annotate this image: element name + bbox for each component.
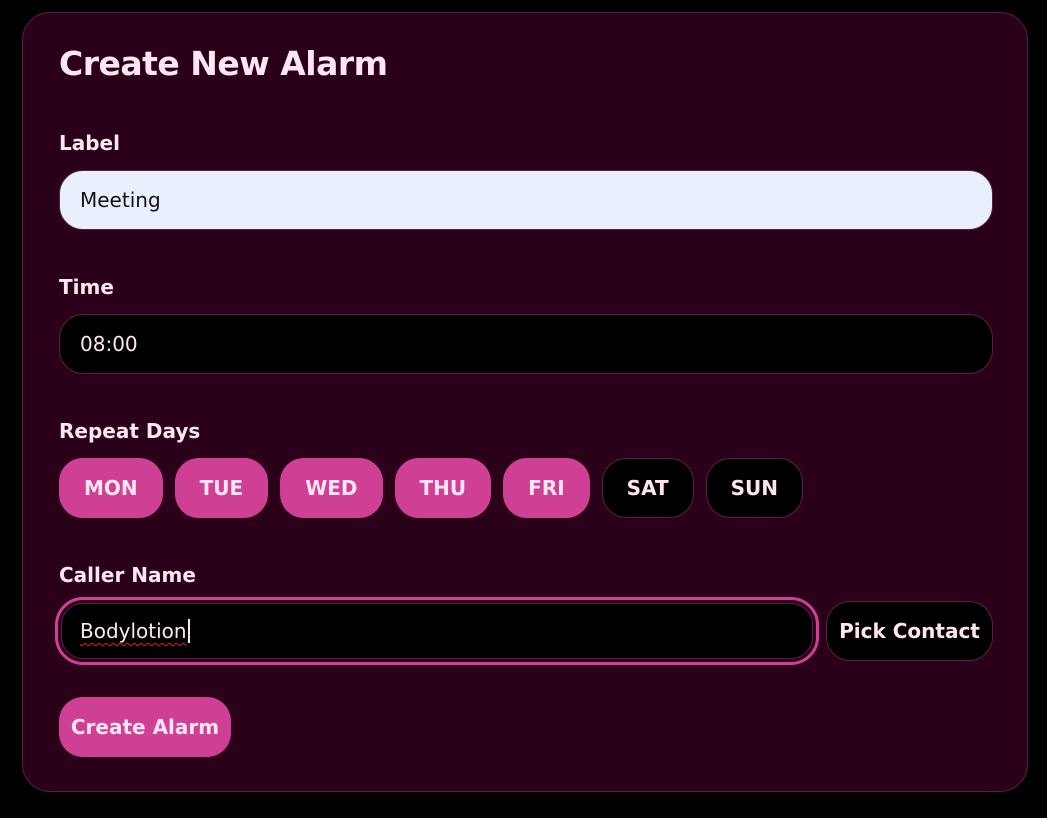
day-toggle-fri[interactable]: FRI [503,458,590,518]
time-field-label: Time [59,275,114,299]
day-toggle-sat[interactable]: SAT [601,458,694,518]
time-input-value: 08:00 [80,332,138,356]
day-toggle-mon[interactable]: MON [59,458,163,518]
page-title: Create New Alarm [59,44,388,83]
create-alarm-card: Create New Alarm Label Meeting Time 08:0… [22,12,1028,792]
day-toggle-tue[interactable]: TUE [174,458,269,518]
caller-name-value: Bodylotion [80,619,187,643]
caller-name-focus-ring: Bodylotion [55,597,819,665]
repeat-days-label: Repeat Days [59,419,201,443]
pick-contact-button[interactable]: Pick Contact [826,601,993,661]
text-caret [187,619,190,643]
day-toggle-thu[interactable]: THU [394,458,492,518]
caller-name-input[interactable]: Bodylotion [61,603,813,659]
caller-name-label: Caller Name [59,563,196,587]
create-alarm-button[interactable]: Create Alarm [59,697,231,757]
time-input[interactable]: 08:00 [59,314,993,374]
repeat-days-group: MON TUE WED THU FRI SAT SUN [59,458,804,518]
day-toggle-wed[interactable]: WED [280,458,383,518]
label-input-value: Meeting [80,188,161,212]
label-field-label: Label [59,131,120,155]
label-input[interactable]: Meeting [59,170,993,230]
day-toggle-sun[interactable]: SUN [705,458,804,518]
